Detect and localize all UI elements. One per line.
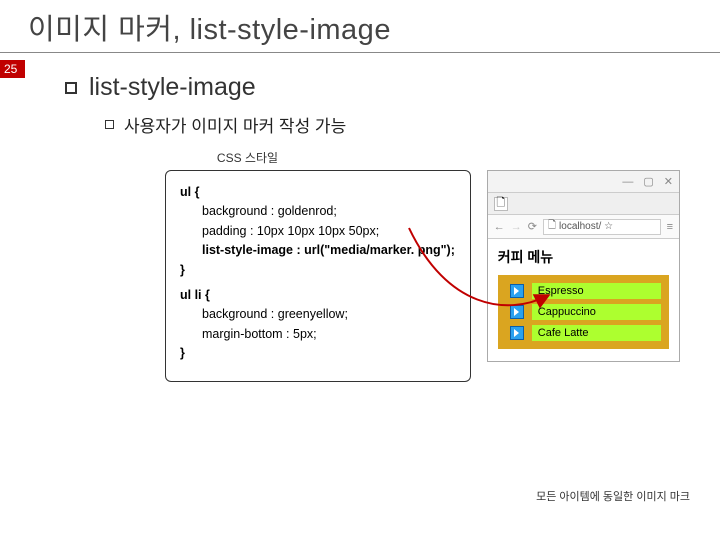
code-close-1: }: [180, 261, 456, 280]
marker-icon: [510, 326, 524, 340]
bullet-icon: [65, 82, 77, 94]
lower-panel: ul { background : goldenrod; padding : 1…: [65, 170, 680, 382]
styled-list: Espresso Cappuccino Cafe Latte: [498, 275, 669, 349]
window-max-icon[interactable]: ▢: [643, 175, 653, 188]
footnote: 모든 아이템에 동일한 이미지 마크: [536, 488, 690, 504]
page-number-badge: 25: [0, 60, 25, 78]
code-decl-1-3: list-style-image : url("media/marker. pn…: [180, 241, 456, 260]
list-item-label: Espresso: [538, 285, 584, 297]
code-close-2: }: [180, 344, 456, 363]
code-decl-2-2: margin-bottom : 5px;: [180, 325, 456, 344]
sub-bullet-icon: [105, 120, 114, 129]
nav-fwd-icon[interactable]: →: [511, 221, 522, 233]
subheading-text: 사용자가 이미지 마커 작성 가능: [124, 112, 346, 137]
list-item: Cafe Latte: [532, 325, 661, 341]
tab-row: 🗋: [488, 193, 679, 215]
address-bar[interactable]: 🗋 localhost/ ☆: [543, 219, 661, 235]
list-item: Cappuccino: [532, 304, 661, 320]
page-body: 커피 메뉴 Espresso Cappuccino Cafe Latte: [488, 239, 679, 361]
nav-back-icon[interactable]: ←: [494, 221, 505, 233]
heading-row: list-style-image: [65, 73, 680, 102]
reload-icon[interactable]: ⟳: [528, 220, 537, 233]
tab-page-icon[interactable]: 🗋: [494, 197, 508, 211]
window-min-icon[interactable]: —: [622, 176, 633, 188]
window-titlebar: — ▢ ✕: [488, 171, 679, 193]
code-decl-1-1: background : goldenrod;: [180, 202, 456, 221]
menu-icon[interactable]: ≡: [667, 221, 673, 233]
list-item-label: Cafe Latte: [538, 327, 589, 339]
browser-preview: — ▢ ✕ 🗋 ← → ⟳ 🗋 localhost/ ☆ ≡ 커피 메뉴: [487, 170, 680, 362]
content-area: list-style-image 사용자가 이미지 마커 작성 가능 CSS 스…: [0, 53, 720, 382]
list-item: Espresso: [532, 283, 661, 299]
css-style-label: CSS 스타일: [65, 149, 680, 166]
code-decl-2-1: background : greenyellow;: [180, 305, 456, 324]
code-decl-1-2: padding : 10px 10px 10px 50px;: [180, 222, 456, 241]
code-box: ul { background : goldenrod; padding : 1…: [165, 170, 471, 382]
marker-icon: [510, 284, 524, 298]
code-selector-2: ul li {: [180, 288, 210, 302]
url-text: localhost/ ☆: [559, 221, 613, 232]
list-item-label: Cappuccino: [538, 306, 596, 318]
slide-title: 이미지 마커, list-style-image: [0, 0, 720, 53]
page-heading: 커피 메뉴: [498, 247, 669, 267]
subheading-row: 사용자가 이미지 마커 작성 가능: [65, 102, 680, 137]
marker-icon: [510, 305, 524, 319]
window-close-icon[interactable]: ✕: [664, 175, 673, 188]
address-bar-row: ← → ⟳ 🗋 localhost/ ☆ ≡: [488, 215, 679, 239]
heading-text: list-style-image: [89, 73, 256, 102]
code-selector-1: ul {: [180, 185, 199, 199]
